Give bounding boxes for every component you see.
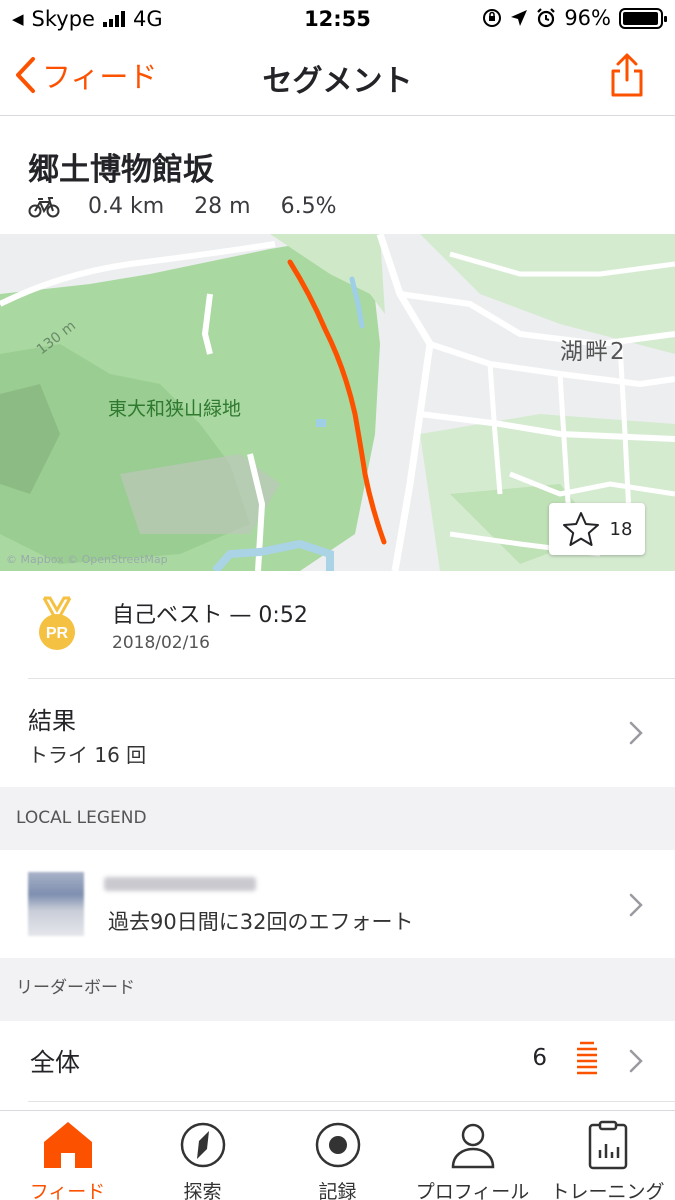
star-count: 18 xyxy=(609,518,633,540)
orientation-lock-icon xyxy=(483,9,502,27)
leaderboard-list-icon xyxy=(577,1041,597,1075)
tab-explore[interactable]: 探索 xyxy=(135,1119,270,1200)
avatar xyxy=(28,872,84,936)
pr-badge-text: PR xyxy=(46,625,69,642)
home-icon xyxy=(43,1122,92,1168)
results-row[interactable]: 結果 トライ 16 回 xyxy=(0,679,675,787)
divider xyxy=(28,1101,675,1102)
battery-icon xyxy=(619,7,667,29)
navigation-bar: フィード セグメント xyxy=(0,38,675,116)
pr-title: 自己ベスト — 0:52 xyxy=(112,603,308,628)
results-subtitle: トライ 16 回 xyxy=(28,743,147,767)
location-icon xyxy=(511,10,528,26)
map-park-label: 東大和狭山緑地 xyxy=(108,398,242,420)
alarm-icon xyxy=(537,8,556,28)
leaderboard-section-header: リーダーボード xyxy=(0,958,675,1021)
tab-feed[interactable]: フィード xyxy=(0,1119,135,1200)
chevron-right-icon xyxy=(629,1049,643,1073)
tab-bar: フィード 探索 記録 プロフィール トレーニング xyxy=(0,1110,675,1200)
chevron-right-icon xyxy=(629,721,643,745)
local-legend-row[interactable]: 過去90日間に32回のエフォート xyxy=(0,850,675,958)
chevron-right-icon xyxy=(629,893,643,917)
results-title: 結果 xyxy=(28,707,76,735)
clipboard-chart-icon xyxy=(588,1120,627,1170)
tab-label: フィード xyxy=(29,1181,106,1200)
leaderboard-overall-row[interactable]: 全体 6 xyxy=(0,1021,675,1101)
segment-name: 郷土博物館坂 xyxy=(28,152,214,188)
local-legend-section-header: LOCAL LEGEND xyxy=(0,787,675,850)
map-attribution: © Mapbox © OpenStreetMap xyxy=(6,553,168,566)
share-button[interactable] xyxy=(609,52,645,102)
tab-label: 探索 xyxy=(183,1181,222,1200)
segment-distance: 0.4 km xyxy=(88,194,165,219)
personal-record-row: PR 自己ベスト — 0:52 2018/02/16 xyxy=(0,571,675,678)
pr-medal-icon: PR xyxy=(39,596,75,650)
tab-training[interactable]: トレーニング xyxy=(540,1119,675,1200)
share-icon xyxy=(611,53,643,97)
record-icon xyxy=(315,1122,360,1168)
compass-icon xyxy=(180,1122,225,1168)
pr-date: 2018/02/16 xyxy=(112,633,210,653)
segment-elevation: 28 m xyxy=(194,194,251,219)
star-icon xyxy=(562,512,599,546)
tab-label: 記録 xyxy=(318,1181,357,1200)
legend-athlete-name-redacted xyxy=(104,877,256,891)
tab-label: トレーニング xyxy=(550,1181,665,1200)
battery-percent: 96% xyxy=(564,6,611,30)
map-area-label: 湖畔2 xyxy=(560,339,627,365)
page-title: セグメント xyxy=(262,64,413,99)
segment-stats: 0.4 km 28 m 6.5% xyxy=(28,194,366,219)
star-button[interactable]: 18 xyxy=(549,503,645,555)
segment-grade: 6.5% xyxy=(280,194,337,219)
status-bar: ◀ Skype 4G 12:55 96% xyxy=(0,0,675,38)
profile-icon xyxy=(451,1123,494,1169)
leaderboard-row-title: 全体 xyxy=(30,1048,81,1077)
bike-icon xyxy=(28,196,60,217)
legend-efforts: 過去90日間に32回のエフォート xyxy=(108,910,414,934)
tab-label: プロフィール xyxy=(415,1181,530,1200)
leaderboard-rank: 6 xyxy=(532,1045,547,1071)
tab-profile[interactable]: プロフィール xyxy=(405,1119,540,1200)
segment-header: 郷土博物館坂 0.4 km 28 m 6.5% xyxy=(0,116,675,234)
segment-map[interactable]: 東大和狭山緑地 湖畔2 130 m © Mapbox © OpenStreetM… xyxy=(0,234,675,571)
tab-record[interactable]: 記録 xyxy=(270,1119,405,1200)
